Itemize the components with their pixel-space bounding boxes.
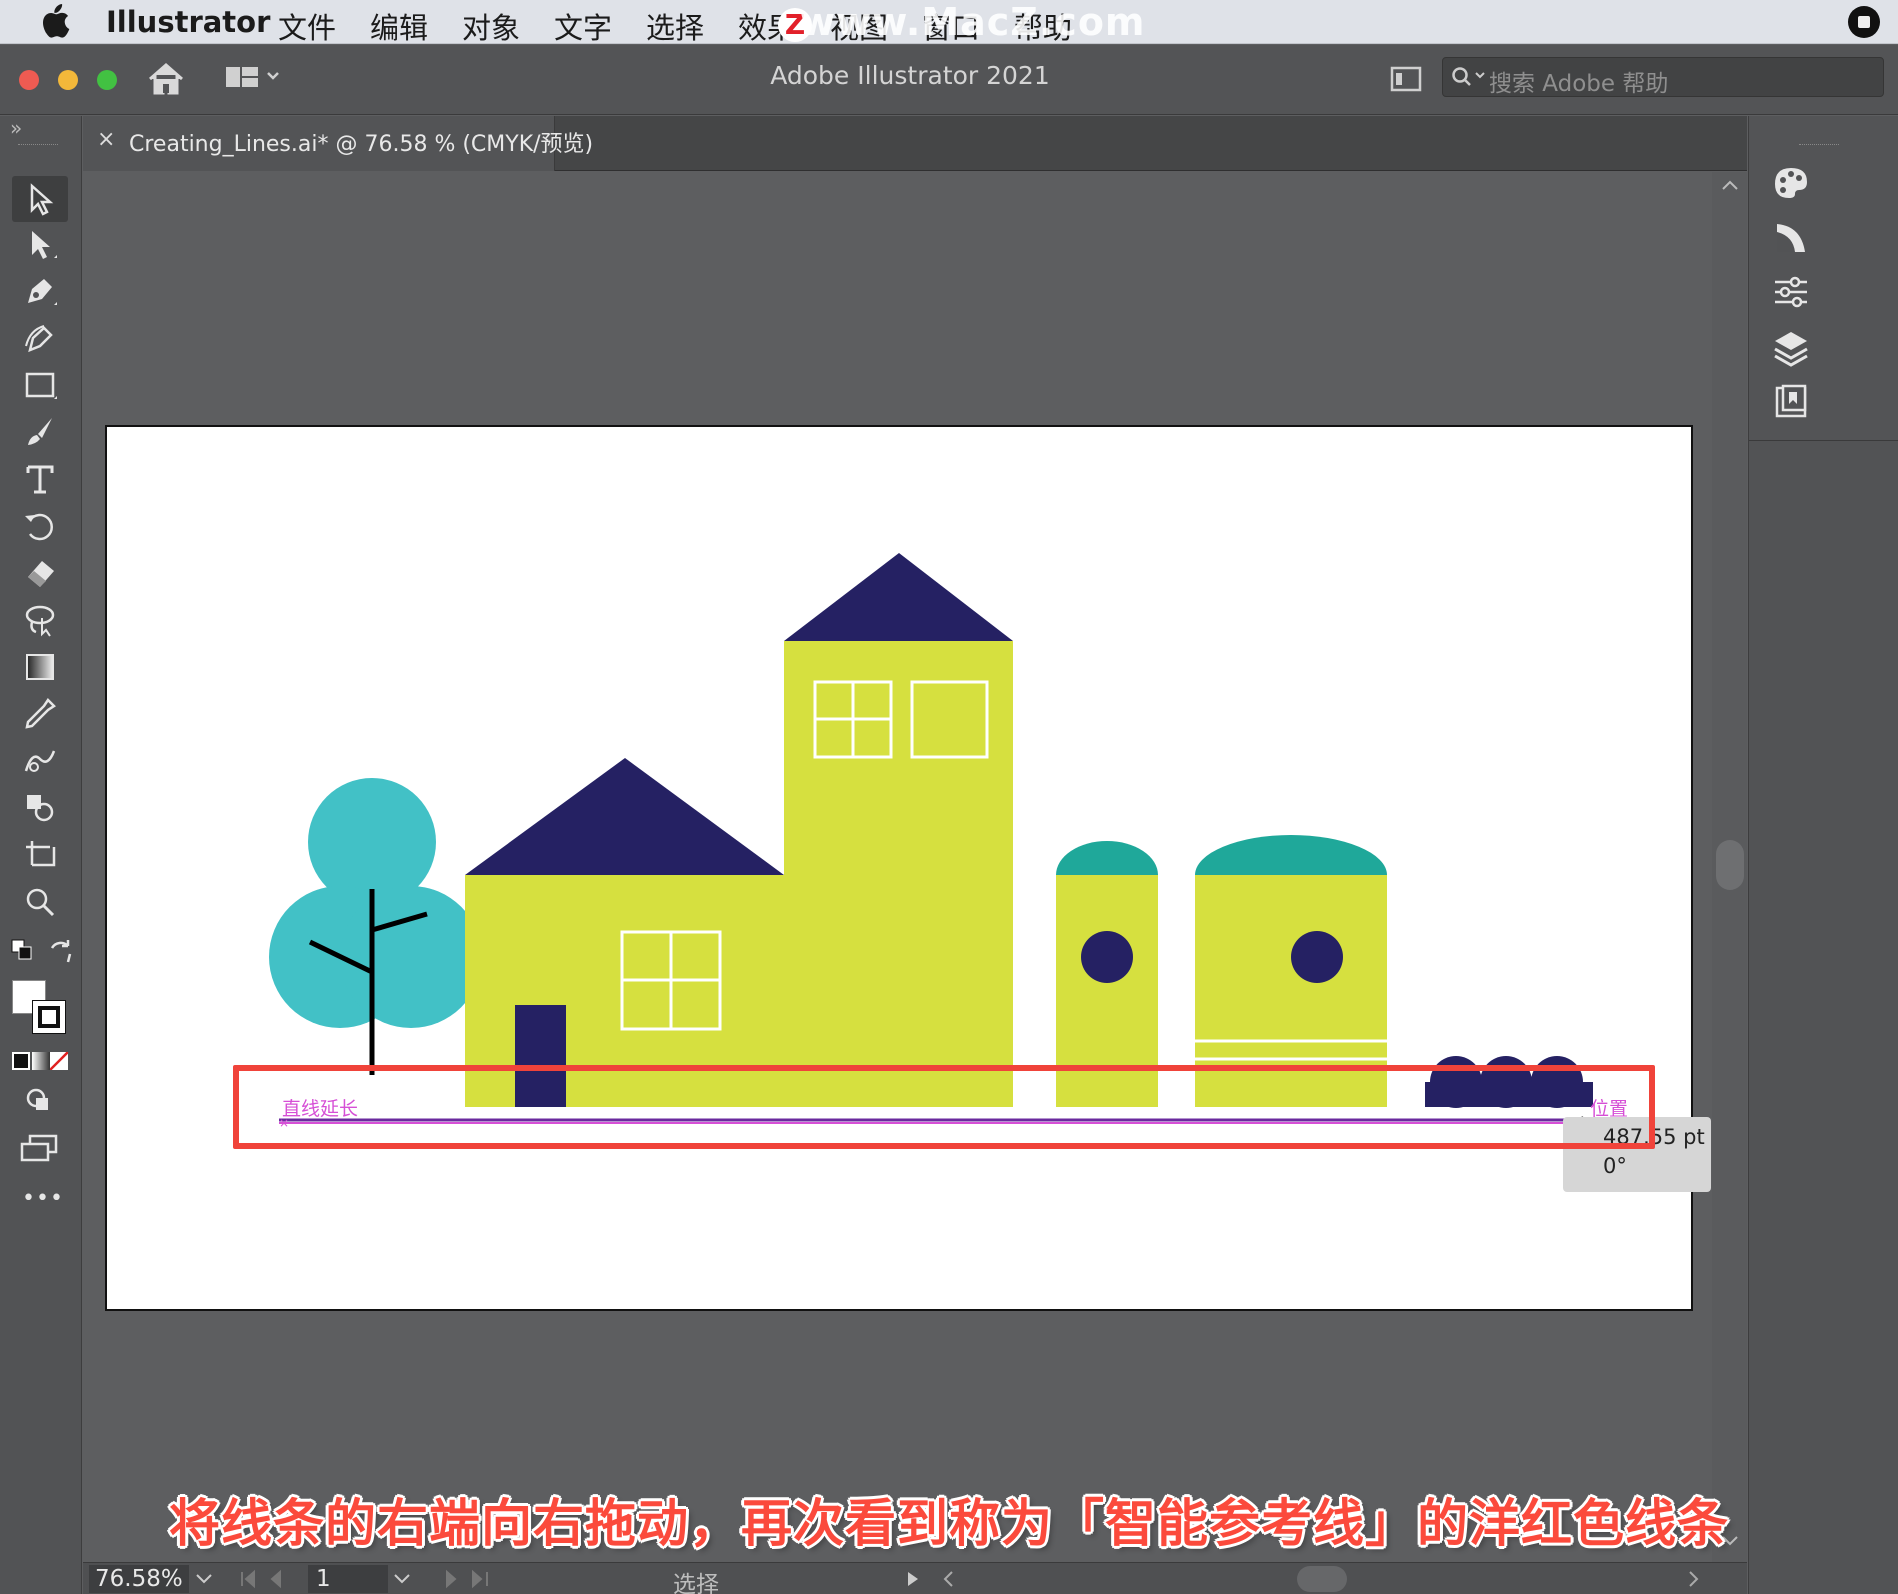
- artboard[interactable]: ×: [105, 425, 1693, 1311]
- blend-tool[interactable]: [18, 741, 62, 781]
- tools-panel: » •••: [0, 116, 82, 1594]
- document-tab-bar: × Creating_Lines.ai* @ 76.58 % (CMYK/预览): [83, 116, 1747, 171]
- search-icon: [1452, 67, 1485, 86]
- search-placeholder: 搜索 Adobe 帮助: [1489, 71, 1669, 97]
- arrow-icon: [30, 183, 54, 216]
- eyedropper-icon: [25, 698, 56, 729]
- eraser-icon: [28, 561, 54, 587]
- none-mode-icon[interactable]: [50, 1052, 68, 1070]
- shape-builder-icon: [27, 795, 54, 822]
- menu-select[interactable]: 选择: [646, 5, 704, 47]
- status-mode-label: 选择: [673, 1572, 719, 1594]
- scroll-left-icon[interactable]: [939, 1569, 959, 1589]
- close-tab-button[interactable]: ×: [97, 127, 115, 152]
- rotate-icon: [25, 513, 53, 541]
- watermark: www.MacZ.com: [800, 0, 1146, 44]
- shape-builder-tool[interactable]: [18, 788, 62, 828]
- status-menu-icon[interactable]: [903, 1569, 923, 1589]
- horizontal-scroll-thumb[interactable]: [1297, 1566, 1347, 1592]
- stroke-swatch[interactable]: [32, 1000, 66, 1034]
- menu-edit[interactable]: 编辑: [370, 5, 428, 47]
- rectangle-icon: [25, 372, 57, 399]
- artboard-tool[interactable]: [18, 835, 62, 875]
- panel-icon-strip: [1749, 116, 1898, 441]
- libraries-icon[interactable]: [1769, 380, 1813, 424]
- gradient-panel-icon[interactable]: [1769, 216, 1813, 260]
- document-tab[interactable]: × Creating_Lines.ai* @ 76.58 % (CMYK/预览): [83, 116, 593, 171]
- color-palette-icon[interactable]: [1769, 160, 1813, 204]
- zoom-level-field[interactable]: 76.58%: [89, 1565, 189, 1593]
- vertical-scroll-thumb[interactable]: [1716, 840, 1744, 890]
- default-colors-icon[interactable]: [10, 938, 38, 964]
- rotate-tool[interactable]: [18, 506, 62, 546]
- menu-object[interactable]: 对象: [462, 5, 520, 47]
- illustrator-screen: Illustrator 文件 编辑 对象 文字 选择 效果 视图 窗口 帮助 Z…: [0, 0, 1898, 1594]
- layers-icon[interactable]: [1769, 326, 1813, 370]
- expand-toolbar-button[interactable]: »: [10, 116, 22, 140]
- apple-icon[interactable]: [40, 4, 70, 38]
- zoom-tool[interactable]: [18, 882, 62, 922]
- tower[interactable]: [784, 553, 1013, 1107]
- angle-readout: 0°: [1603, 1154, 1627, 1178]
- rectangle-tool[interactable]: [18, 365, 62, 405]
- panel-toggle-icon[interactable]: [1390, 65, 1422, 93]
- edit-toolbar-button[interactable]: •••: [22, 1186, 64, 1211]
- artboard-number-field[interactable]: 1: [308, 1565, 388, 1593]
- blend-icon: [24, 750, 56, 772]
- next-last-artboard-icon[interactable]: [433, 1569, 493, 1589]
- panel-grip[interactable]: [1799, 144, 1839, 145]
- toolbar-grip[interactable]: [18, 144, 58, 147]
- help-search-field[interactable]: 搜索 Adobe 帮助: [1442, 57, 1884, 97]
- properties-sliders-icon[interactable]: [1769, 270, 1813, 314]
- artboard-icon: [26, 841, 56, 867]
- pen-icon: [28, 279, 57, 305]
- scroll-up-icon[interactable]: [1720, 178, 1740, 192]
- draw-mode-icon[interactable]: [24, 1086, 58, 1116]
- scroll-right-icon[interactable]: [1683, 1569, 1703, 1589]
- vertical-scrollbar[interactable]: [1712, 172, 1747, 1562]
- selection-tool[interactable]: [12, 176, 68, 222]
- lasso-tool[interactable]: [18, 600, 62, 640]
- screen-record-icon[interactable]: [1848, 6, 1880, 38]
- eraser-tool[interactable]: [18, 553, 62, 593]
- right-panel-dock: «: [1748, 116, 1898, 1594]
- type-icon: [26, 465, 54, 494]
- swap-colors-icon[interactable]: [48, 938, 74, 964]
- screen-mode-icon[interactable]: [20, 1132, 60, 1164]
- magnifier-icon: [26, 888, 55, 917]
- menu-bar: Illustrator 文件 编辑 对象 文字 选择 效果 视图 窗口 帮助 Z…: [0, 0, 1898, 47]
- artboard-dropdown-icon[interactable]: [391, 1571, 413, 1587]
- pen-tool[interactable]: [18, 271, 62, 311]
- curvature-tool[interactable]: [18, 318, 62, 358]
- eyedropper-tool[interactable]: [18, 694, 62, 734]
- zoom-dropdown-icon[interactable]: [193, 1571, 215, 1587]
- paintbrush-tool[interactable]: [18, 412, 62, 452]
- curvature-pen-icon: [25, 325, 53, 353]
- gradient-tool[interactable]: [18, 647, 62, 687]
- status-bar: 76.58% 1 选择: [83, 1562, 1747, 1594]
- first-prev-artboard-icon[interactable]: [238, 1569, 298, 1589]
- lasso-icon: [25, 605, 55, 637]
- color-mode-button[interactable]: [12, 1052, 30, 1070]
- direct-selection-tool[interactable]: [18, 224, 62, 264]
- direct-arrow-icon: [32, 231, 57, 259]
- paintbrush-icon: [28, 418, 52, 445]
- gradient-mode-button[interactable]: [32, 1052, 50, 1070]
- type-tool[interactable]: [18, 459, 62, 499]
- document-tab-label: Creating_Lines.ai* @ 76.58 % (CMYK/预览): [129, 132, 594, 157]
- menu-type[interactable]: 文字: [554, 5, 612, 47]
- menu-file[interactable]: 文件: [278, 5, 336, 47]
- title-bar: Adobe Illustrator 2021 搜索 Adobe 帮助: [0, 45, 1898, 115]
- tree[interactable]: [269, 778, 482, 1075]
- highlight-annotation-box: [233, 1065, 1655, 1149]
- house[interactable]: [465, 758, 785, 1107]
- artwork: ×: [269, 553, 1608, 1147]
- gradient-icon: [26, 654, 54, 680]
- app-name-menu[interactable]: Illustrator: [106, 5, 270, 39]
- video-subtitle: 将线条的右端向右拖动，再次看到称为「智能参考线」的洋红色线条: [168, 1495, 1729, 1554]
